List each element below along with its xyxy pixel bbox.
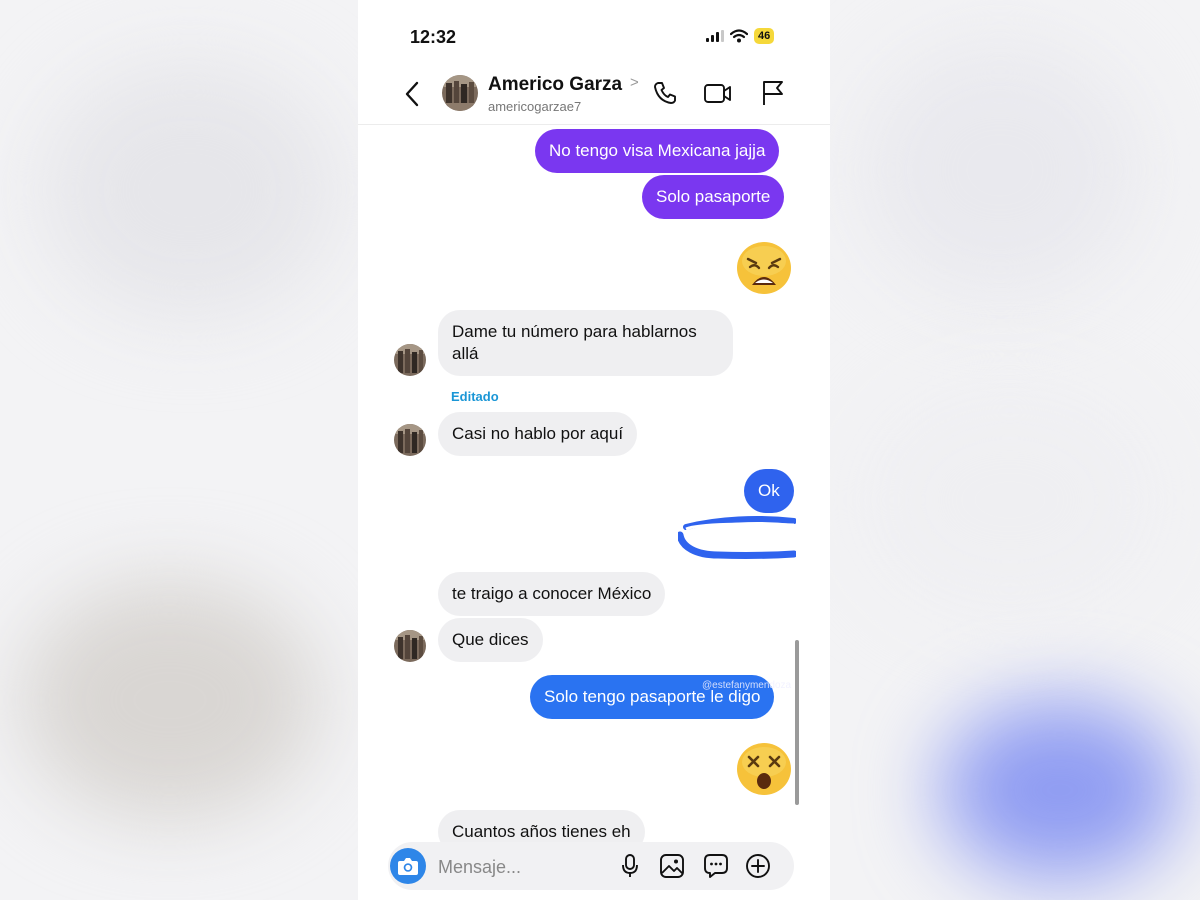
contact-avatar[interactable] [442, 75, 478, 111]
background-blur [860, 380, 1160, 620]
phone-screen: 12:32 46 Americo Garza > americogarzae7 … [358, 0, 830, 900]
contact-avatar[interactable] [394, 630, 426, 662]
message-bubble-incoming[interactable]: Dame tu número para hablarnos allá [438, 310, 733, 376]
chevron-right-icon: > [630, 74, 639, 91]
contact-avatar[interactable] [394, 344, 426, 376]
watermark: @estefanymendoza [702, 680, 792, 691]
more-options-button[interactable] [744, 852, 772, 880]
signal-icon [706, 30, 724, 42]
video-call-button[interactable] [703, 78, 733, 108]
wifi-icon [730, 29, 748, 43]
weary-face-icon[interactable] [736, 241, 792, 295]
dizzy-face-icon[interactable] [736, 742, 792, 796]
plus-circle-icon [746, 854, 770, 878]
contact-avatar[interactable] [394, 424, 426, 456]
message-composer [388, 842, 794, 890]
edited-label: Editado [451, 389, 499, 404]
status-time: 12:32 [410, 27, 457, 47]
message-bubble-outgoing[interactable]: Solo pasaporte [642, 175, 785, 219]
camera-icon [398, 858, 418, 875]
status-bar: 12:32 46 [358, 0, 830, 70]
chat-header: Americo Garza > americogarzae7 [358, 70, 830, 125]
phone-icon [654, 82, 676, 104]
voice-message-button[interactable] [616, 852, 644, 880]
contact-username: americogarzae7 [488, 99, 582, 114]
message-bubble-outgoing[interactable]: Ok [744, 469, 794, 513]
camera-button[interactable] [390, 848, 426, 884]
message-text: Dame tu número para hablarnos [452, 322, 697, 341]
chevron-left-icon [405, 81, 419, 107]
background-blur [940, 700, 1180, 880]
video-camera-icon [704, 84, 731, 103]
background-blur [20, 580, 320, 820]
microphone-icon [622, 854, 638, 877]
background-blur [40, 60, 340, 320]
message-text: allá [452, 344, 479, 363]
redacted-message-scribble [678, 516, 796, 559]
message-bubble-incoming[interactable]: Casi no hablo por aquí [438, 412, 638, 456]
audio-call-button[interactable] [650, 78, 680, 108]
message-bubble-incoming[interactable]: te traigo a conocer México [438, 572, 666, 616]
report-button[interactable] [758, 78, 788, 108]
flag-icon [763, 81, 783, 105]
sticker-button[interactable] [702, 852, 730, 880]
gallery-button[interactable] [658, 852, 686, 880]
image-icon [660, 854, 684, 878]
back-button[interactable] [398, 78, 426, 110]
contact-name[interactable]: Americo Garza [488, 74, 622, 96]
scrollbar[interactable] [795, 640, 799, 805]
chat-bubble-icon [704, 854, 728, 878]
status-icons: 46 [706, 28, 775, 44]
message-bubble-incoming[interactable]: Que dices [438, 618, 543, 662]
battery-indicator: 46 [754, 28, 775, 44]
message-input[interactable] [436, 852, 610, 882]
message-bubble-outgoing[interactable]: No tengo visa Mexicana jajja [535, 129, 780, 173]
background-blur [860, 40, 1140, 300]
